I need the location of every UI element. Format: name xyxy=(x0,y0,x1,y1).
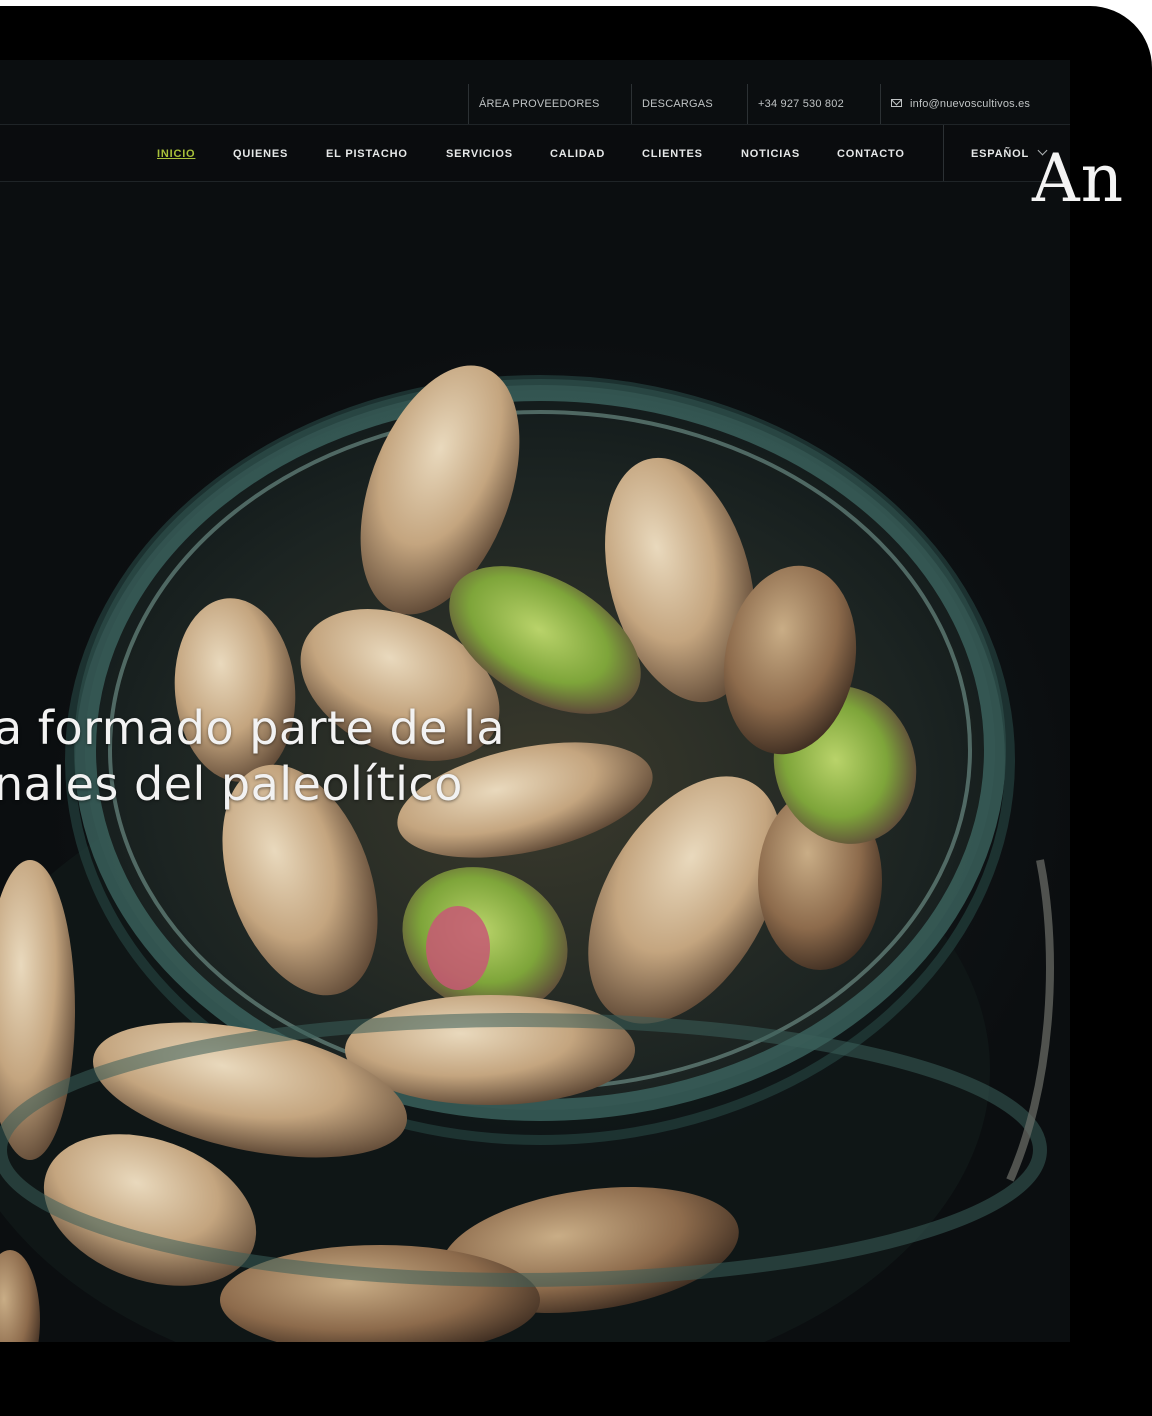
nav-calidad[interactable]: CALIDAD xyxy=(550,125,605,181)
website-screen: ÁREA PROVEEDORES DESCARGAS +34 927 530 8… xyxy=(0,60,1070,1342)
supplier-area-link[interactable]: ÁREA PROVEEDORES xyxy=(468,84,610,124)
mail-icon xyxy=(891,99,902,107)
email-link[interactable]: info@nuevoscultivos.es xyxy=(880,84,1040,124)
nav-inicio[interactable]: INICIO xyxy=(157,125,195,181)
nav-el-pistacho[interactable]: EL PISTACHO xyxy=(326,125,408,181)
hero-line-1: a formado parte de la xyxy=(0,701,506,755)
language-label: ESPAÑOL xyxy=(971,148,1029,160)
main-nav: INICIO QUIENES EL PISTACHO SERVICIOS CAL… xyxy=(0,124,1070,182)
hero-headline: a formado parte de la nales del paleolít… xyxy=(0,700,714,812)
side-heading: An xyxy=(1032,140,1125,217)
nav-noticias[interactable]: NOTICIAS xyxy=(741,125,800,181)
nav-divider xyxy=(943,125,944,181)
downloads-link[interactable]: DESCARGAS xyxy=(631,84,723,124)
nav-quienes[interactable]: QUIENES xyxy=(233,125,288,181)
nav-clientes[interactable]: CLIENTES xyxy=(642,125,703,181)
hero-line-2: nales del paleolítico xyxy=(0,757,463,811)
nav-contacto[interactable]: CONTACTO xyxy=(837,125,905,181)
top-bar: ÁREA PROVEEDORES DESCARGAS +34 927 530 8… xyxy=(0,84,1070,124)
email-text: info@nuevoscultivos.es xyxy=(910,98,1031,110)
phone-link[interactable]: +34 927 530 802 xyxy=(747,84,854,124)
nav-servicios[interactable]: SERVICIOS xyxy=(446,125,513,181)
